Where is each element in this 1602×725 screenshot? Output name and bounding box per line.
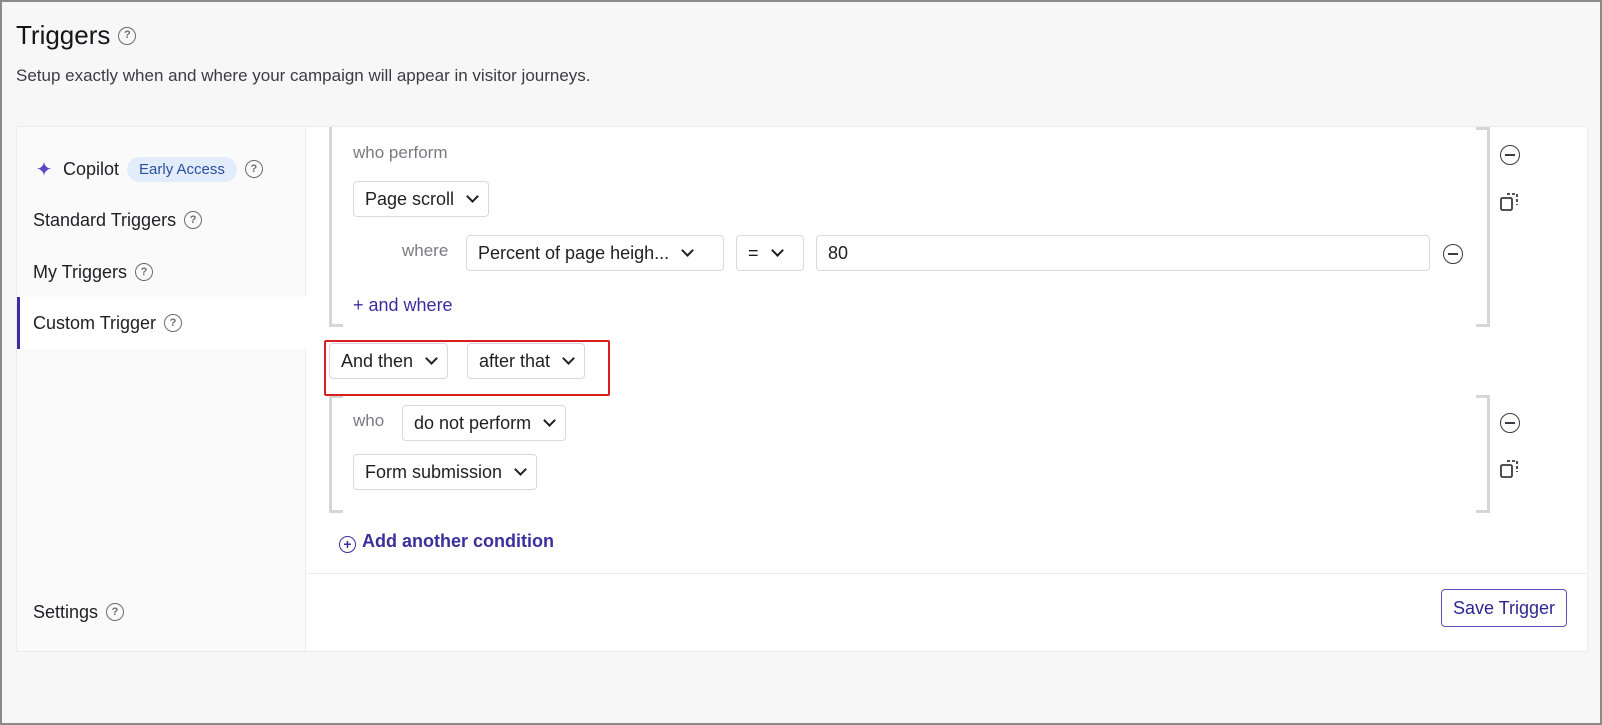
sidebar-item-label: Custom Trigger [33,312,157,333]
event-dropdown[interactable]: Page scroll [353,181,490,217]
sidebar-item-label: Copilot [63,158,120,179]
help-icon[interactable]: ? [118,26,137,45]
condition-bracket-right [1476,127,1490,327]
add-condition-button[interactable]: + Add another condition [339,531,554,553]
who-perform-label: who perform [353,143,448,162]
where-label: where [402,241,449,260]
add-condition-label: Add another condition [362,531,554,551]
event-dropdown-value: Form submission [365,461,503,482]
help-icon[interactable]: ? [135,263,154,281]
condition-bracket-left [329,127,343,327]
sidebar: ✦ Copilot Early Access ? Standard Trigge… [17,127,306,651]
event-dropdown[interactable]: Form submission [353,454,538,490]
remove-condition-icon[interactable] [1500,145,1520,165]
sidebar-item-label: Standard Triggers [33,209,177,230]
condition-bracket-right [1476,395,1490,513]
chevron-down-icon [466,190,479,203]
chevron-down-icon [514,463,527,476]
duplicate-icon[interactable] [1499,191,1521,213]
operator-dropdown[interactable]: = [736,235,804,271]
property-dropdown[interactable]: Percent of page heigh... [466,235,724,271]
sidebar-item-settings[interactable]: Settings ? [17,586,306,638]
sidebar-item-my-triggers[interactable]: My Triggers ? [17,246,306,298]
help-icon[interactable]: ? [106,603,125,621]
duplicate-icon[interactable] [1499,458,1521,480]
action-dropdown-value: do not perform [414,412,532,433]
chevron-down-icon [543,414,556,427]
property-dropdown-value: Percent of page heigh... [478,242,670,263]
sparkle-icon: ✦ [35,158,53,181]
trigger-card: ✦ Copilot Early Access ? Standard Trigge… [16,126,1588,652]
footer-divider [306,573,1587,574]
page-title: Triggers ? [16,20,137,51]
value-input[interactable]: 80 [816,235,1430,271]
help-icon[interactable]: ? [244,160,263,178]
event-dropdown-value: Page scroll [365,188,455,209]
condition-bracket-left [329,395,343,513]
help-icon[interactable]: ? [164,314,183,332]
plus-circle-icon: + [339,535,356,553]
page-subtitle: Setup exactly when and where your campai… [16,66,591,85]
page-title-text: Triggers [16,20,111,50]
sidebar-item-custom-trigger[interactable]: Custom Trigger ? [17,297,306,349]
chevron-down-icon [681,244,695,257]
early-access-badge: Early Access [127,156,237,182]
who-label: who [353,411,385,430]
action-dropdown[interactable]: do not perform [402,405,567,441]
chevron-down-icon [770,244,784,257]
remove-where-icon[interactable] [1443,244,1463,264]
sidebar-item-standard-triggers[interactable]: Standard Triggers ? [17,194,306,246]
remove-condition-icon[interactable] [1500,413,1520,433]
sidebar-item-copilot[interactable]: ✦ Copilot Early Access ? [17,143,306,195]
highlight-box [324,340,610,396]
help-icon[interactable]: ? [184,211,203,229]
sidebar-item-label: Settings [33,601,99,622]
sidebar-item-label: My Triggers [33,261,128,282]
save-trigger-button[interactable]: Save Trigger [1440,589,1567,627]
add-where-link[interactable]: + and where [353,295,453,316]
operator-dropdown-value: = [748,242,759,263]
